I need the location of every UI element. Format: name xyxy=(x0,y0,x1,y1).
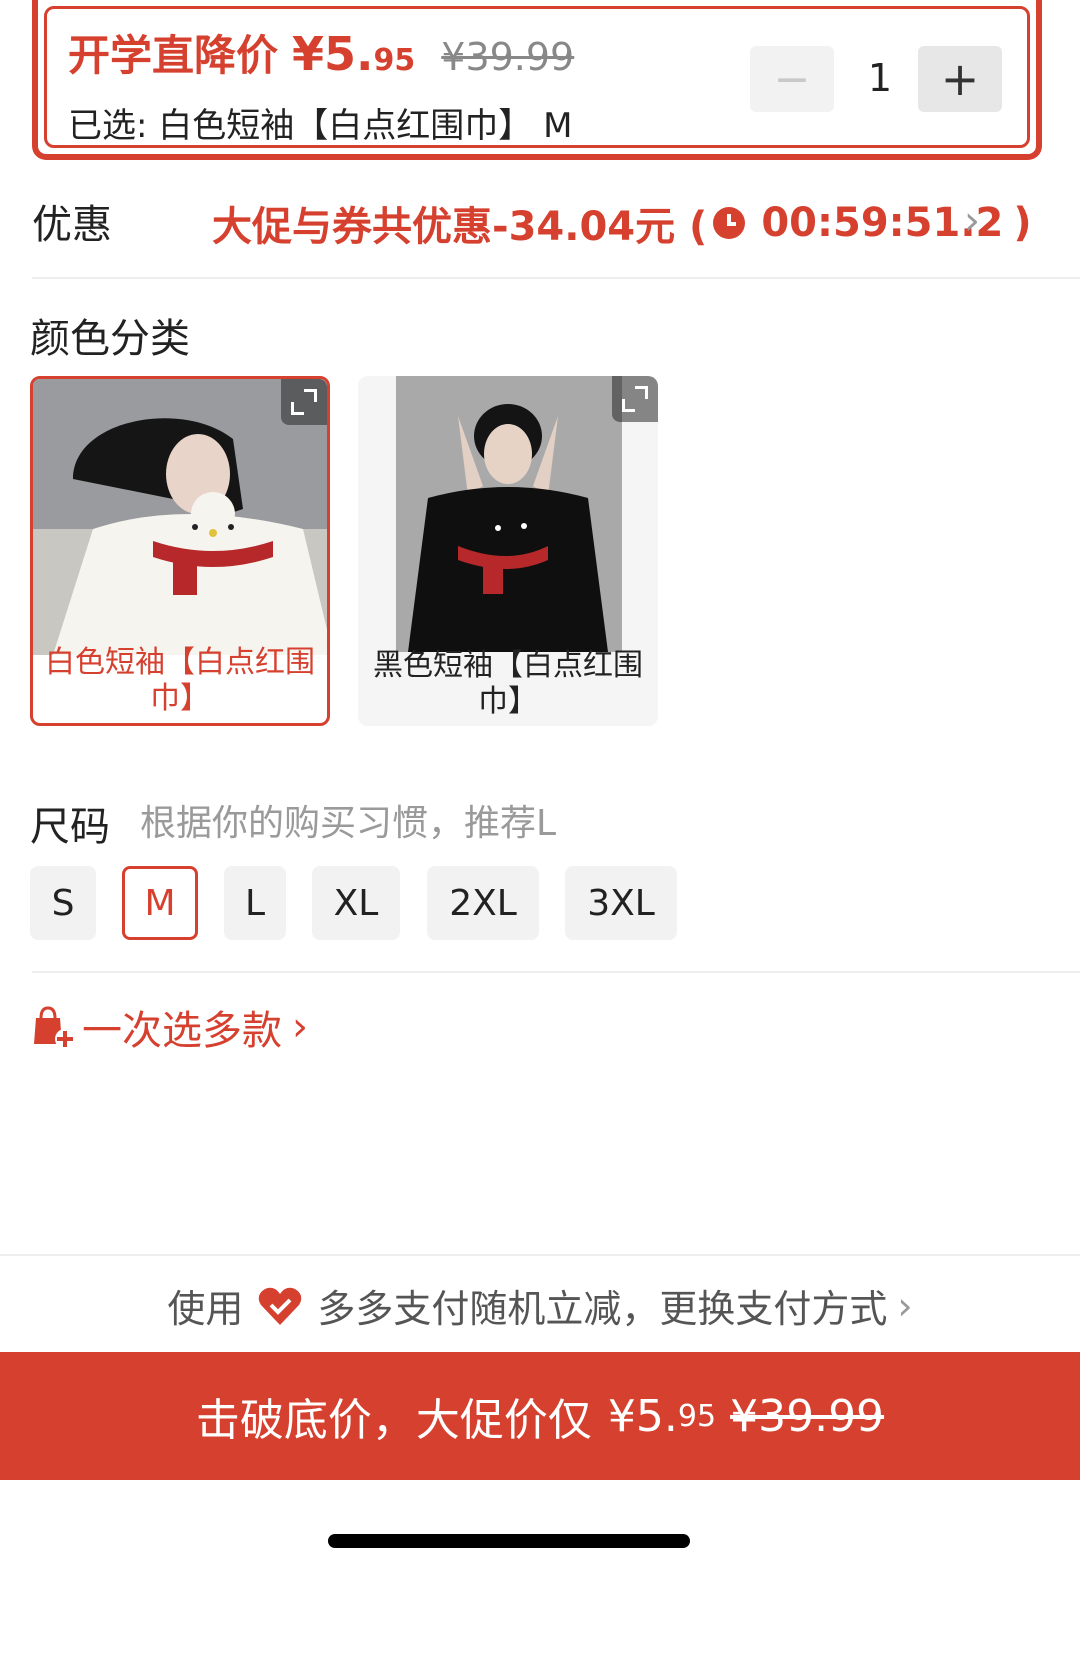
size-option-s[interactable]: S xyxy=(30,866,96,940)
chevron-right-icon: › xyxy=(897,1283,913,1328)
multi-select-link[interactable]: 一次选多款 › xyxy=(30,998,308,1056)
buy-price-cents: 95 xyxy=(677,1398,717,1434)
quantity-decrease-button[interactable]: − xyxy=(750,46,834,112)
price-cents: 95 xyxy=(373,43,416,78)
size-option-m[interactable]: M xyxy=(122,866,198,940)
payment-prefix: 使用 xyxy=(167,1287,244,1331)
price-line: 开学直降价 ¥5.95 ¥39.99 xyxy=(68,22,574,83)
price-main: ¥5. xyxy=(292,27,374,81)
discount-label: 优惠 xyxy=(32,202,112,248)
original-price: ¥39.99 xyxy=(441,35,575,79)
buy-original-price: ¥39.99 xyxy=(730,1390,885,1442)
color-option-black[interactable]: 黑色短袖【白点红围巾】 xyxy=(358,376,658,726)
buy-price-main: ¥5. xyxy=(607,1390,678,1442)
size-option-2xl[interactable]: 2XL xyxy=(427,866,539,940)
expand-icon[interactable] xyxy=(612,376,658,422)
selected-variant: 已选: 白色短袖【白点红围巾】 M xyxy=(68,106,573,146)
size-option-3xl[interactable]: 3XL xyxy=(565,866,677,940)
alarm-clock-icon xyxy=(713,207,746,239)
color-option-label: 白色短袖【白点红围巾】 xyxy=(45,645,315,716)
payment-method-link[interactable]: 使用 多多支付随机立减，更换支付方式 › xyxy=(0,1278,1080,1333)
discount-row[interactable]: 大促与券共优惠-34.04元 ( 00:59:51.2 ) xyxy=(212,194,1032,252)
promo-label: 开学直降价 xyxy=(68,31,279,80)
discount-close-paren: ) xyxy=(1013,200,1032,246)
divider xyxy=(32,277,1080,279)
divider xyxy=(0,1254,1080,1256)
size-section-title: 尺码 xyxy=(30,804,110,850)
multi-select-label: 一次选多款 xyxy=(82,1008,282,1054)
color-section-title: 颜色分类 xyxy=(30,316,190,362)
discount-text: 大促与券共优惠-34.04元 ( xyxy=(212,204,708,250)
buy-button[interactable]: 击破底价，大促价仅 ¥5. 95 ¥39.99 xyxy=(0,1352,1080,1480)
size-option-xl[interactable]: XL xyxy=(312,866,400,940)
payment-text: 多多支付随机立减，更换支付方式 xyxy=(317,1287,888,1331)
chevron-right-icon: › xyxy=(292,1004,308,1050)
home-indicator[interactable] xyxy=(328,1534,690,1548)
chevron-right-icon[interactable]: › xyxy=(964,198,980,244)
size-recommendation: 根据你的购买习惯，推荐L xyxy=(140,803,557,844)
heart-check-icon xyxy=(259,1287,302,1325)
size-option-l[interactable]: L xyxy=(224,866,286,940)
divider xyxy=(32,971,1080,973)
quantity-value[interactable]: 1 xyxy=(850,56,910,100)
color-option-white[interactable]: 白色短袖【白点红围巾】 xyxy=(30,376,330,726)
buy-label: 击破底价，大促价仅 xyxy=(195,1395,592,1446)
expand-icon[interactable] xyxy=(281,379,327,425)
quantity-increase-button[interactable]: + xyxy=(918,46,1002,112)
color-option-label: 黑色短袖【白点红围巾】 xyxy=(373,648,643,719)
selection-summary: 开学直降价 ¥5.95 ¥39.99 已选: 白色短袖【白点红围巾】 M − 1 + xyxy=(32,0,1042,160)
shopping-bag-plus-icon xyxy=(34,1006,75,1049)
